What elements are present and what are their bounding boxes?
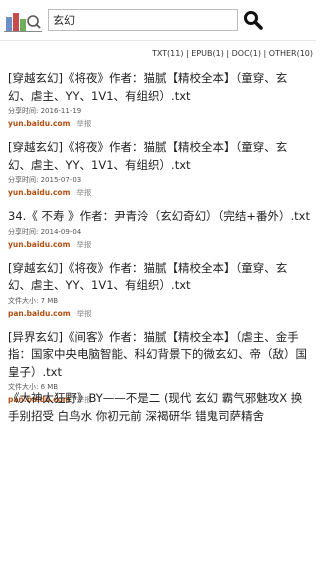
result-source: yun.baidu.com 举报 [8,118,310,129]
result-meta: 文件大小: 7 MB [8,296,59,305]
result-meta: 分享时间: 2016-11-19 [8,107,82,115]
result-item: 34.《 不寿 》作者：尹青泠（玄幻奇幻）（完结+番外）.txt 分享时间: 2… [8,208,310,250]
report-link[interactable]: 举报 [76,240,91,249]
filter-separator: | [223,49,232,58]
result-meta: 分享时间: 2014-09-04 [8,227,82,236]
results-list: [穿越玄幻]《将夜》作者：猫腻【精校全本】（童穿、玄幻、虐主、YY、1V1、有组… [8,70,310,415]
filter-other[interactable]: OTHER(10) [269,49,313,58]
result-meta: 分享时间: 2015-07-03 [8,176,82,184]
search-input[interactable] [48,9,238,31]
result-title[interactable]: [穿越玄幻]《将夜》作者：猫腻【精校全本】（童穿、玄幻、虐主、YY、1V1、有组… [8,260,310,295]
result-domain-link[interactable]: pan.baidu.com [8,309,71,318]
filter-separator: | [260,49,269,58]
filter-doc[interactable]: DOC(1) [232,49,261,58]
result-title[interactable]: 34.《 不寿 》作者：尹青泠（玄幻奇幻）（完结+番外）.txt [8,208,310,226]
result-title[interactable]: [异界玄幻]《间客》作者：猫腻【精校全本】（虐主、金手指：国家中央电脑智能、科幻… [8,329,310,382]
result-title[interactable]: [穿越玄幻]《将夜》作者：猫腻【精校全本】（童穿、玄幻、虐主、YY、1V1、有组… [8,70,310,105]
filter-txt[interactable]: TXT(11) [152,49,184,58]
result-item: [穿越玄幻]《将夜》作者：猫腻【精校全本】（童穿、玄幻、虐主、YY、1V1、有组… [8,70,310,129]
report-link[interactable]: 举报 [76,119,91,128]
result-title[interactable]: [穿越玄幻]《将夜》作者：猫腻【精校全本】（童穿、玄幻、虐主、YY、1V1、有组… [8,139,310,174]
report-link[interactable]: 举报 [77,309,92,318]
result-item: [穿越玄幻]《将夜》作者：猫腻【精校全本】（童穿、玄幻、虐主、YY、1V1、有组… [8,139,310,198]
search-icon[interactable] [243,10,263,30]
partial-result-title[interactable]: 《大神太狂野》BY——不是二 (现代 玄幻 霸气邪魅攻X 换手别招受 白鸟水 你… [8,390,310,422]
filter-epub[interactable]: EPUB(1) [191,49,224,58]
site-logo-icon[interactable] [4,8,42,34]
result-source: yun.baidu.com 举报 [8,239,310,250]
file-type-filters: TXT(11) | EPUB(1) | DOC(1) | OTHER(10) [152,49,313,58]
result-domain-link[interactable]: yun.baidu.com [8,240,70,249]
result-source: yun.baidu.com 举报 [8,187,310,198]
header [0,0,316,41]
result-source: pan.baidu.com 举报 [8,308,310,319]
result-domain-link[interactable]: yun.baidu.com [8,188,70,197]
result-item: [穿越玄幻]《将夜》作者：猫腻【精校全本】（童穿、玄幻、虐主、YY、1V1、有组… [8,260,310,319]
result-domain-link[interactable]: yun.baidu.com [8,119,70,128]
report-link[interactable]: 举报 [76,188,91,197]
